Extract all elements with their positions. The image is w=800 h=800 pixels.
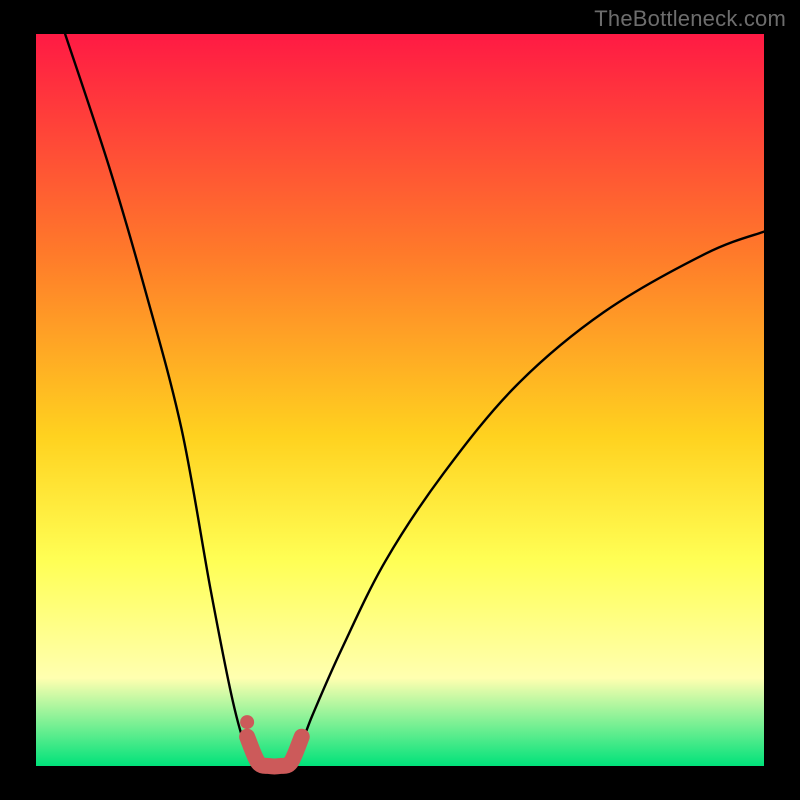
marker-dot bbox=[240, 715, 254, 729]
bottleneck-plot bbox=[0, 0, 800, 800]
chart-frame: TheBottleneck.com bbox=[0, 0, 800, 800]
watermark-label: TheBottleneck.com bbox=[594, 6, 786, 32]
gradient-background bbox=[36, 34, 764, 766]
